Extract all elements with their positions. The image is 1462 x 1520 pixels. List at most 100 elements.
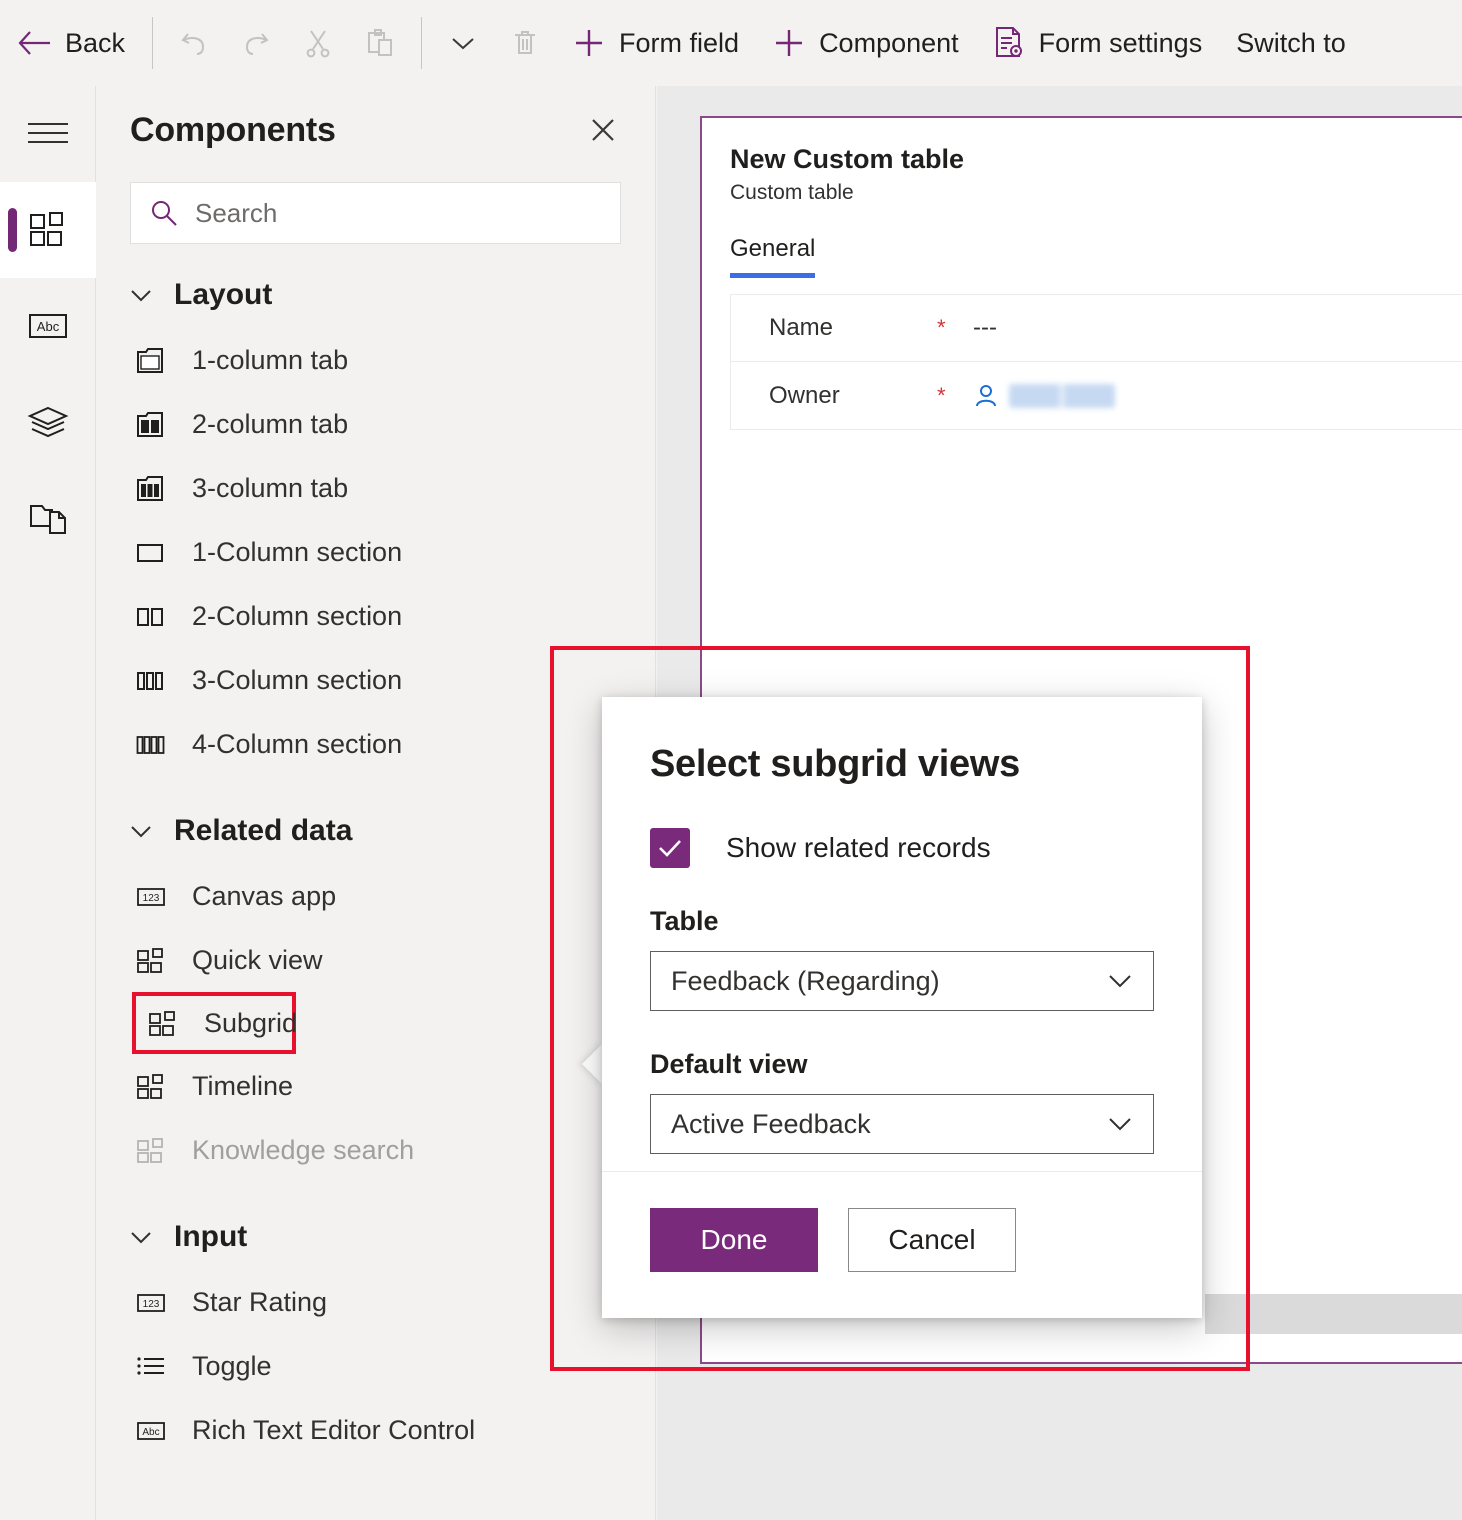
group-header-layout[interactable]: Layout: [130, 262, 655, 328]
form-settings-button[interactable]: Form settings: [976, 10, 1220, 76]
group-spacer: [130, 776, 655, 798]
chevron-down-icon: [130, 1231, 152, 1244]
component-label: Toggle: [192, 1351, 272, 1382]
section-4col-icon: [136, 729, 170, 759]
component-item-canvas-app[interactable]: 123 Canvas app: [130, 864, 655, 928]
default-view-dropdown[interactable]: Active Feedback: [650, 1094, 1154, 1154]
form-field-label: Form field: [619, 30, 739, 57]
component-item-1-column-tab[interactable]: 1-column tab: [130, 328, 655, 392]
component-label: Star Rating: [192, 1287, 327, 1318]
required-asterisk: *: [937, 315, 973, 341]
show-related-records-checkbox-row[interactable]: Show related records: [650, 828, 1154, 868]
component-item-rich-text-editor-control[interactable]: Abc Rich Text Editor Control: [130, 1398, 655, 1462]
default-view-dropdown-value: Active Feedback: [671, 1109, 871, 1140]
field-label: Owner: [769, 382, 937, 410]
chevron-down-icon: [1107, 973, 1133, 989]
undo-button[interactable]: [163, 10, 225, 76]
component-label: 3-Column section: [192, 665, 402, 696]
component-item-toggle[interactable]: Toggle: [130, 1334, 655, 1398]
svg-text:Abc: Abc: [142, 1427, 159, 1438]
component-label: 2-column tab: [192, 409, 348, 440]
component-item-2-column-section[interactable]: 2-Column section: [130, 584, 655, 648]
page-title: Components: [130, 111, 336, 150]
component-item-quick-view[interactable]: Quick view: [130, 928, 655, 992]
toolbar-divider-1: [152, 17, 153, 69]
rail-item-tree-view[interactable]: [0, 374, 96, 470]
app-root: Back: [0, 0, 1462, 1520]
tab-active-underline: [730, 273, 815, 278]
component-item-subgrid[interactable]: Subgrid: [132, 992, 296, 1054]
numeric-123-icon: 123: [136, 881, 170, 911]
group-label: Related data: [174, 814, 352, 848]
component-button[interactable]: Component: [756, 10, 976, 76]
cut-button[interactable]: [287, 10, 349, 76]
cancel-button[interactable]: Cancel: [848, 1208, 1016, 1272]
component-item-timeline[interactable]: Timeline: [130, 1054, 655, 1118]
owner-name-redacted: [1009, 384, 1115, 408]
table-dropdown-value: Feedback (Regarding): [671, 966, 940, 997]
command-bar: Back: [0, 0, 1462, 86]
svg-text:Abc: Abc: [37, 319, 60, 334]
component-item-1-column-section[interactable]: 1-Column section: [130, 520, 655, 584]
rail-item-templates[interactable]: [0, 470, 96, 566]
form-field-button[interactable]: Form field: [556, 10, 756, 76]
switch-to-button[interactable]: Switch to: [1219, 10, 1363, 76]
dialog-callout-beak: [582, 1042, 604, 1086]
paste-button[interactable]: [349, 10, 411, 76]
table-dropdown[interactable]: Feedback (Regarding): [650, 951, 1154, 1011]
redo-button[interactable]: [225, 10, 287, 76]
abc-icon: Abc: [28, 311, 68, 341]
rail-item-menu[interactable]: [0, 86, 96, 182]
component-item-star-rating[interactable]: 123 Star Rating: [130, 1270, 655, 1334]
back-button[interactable]: Back: [0, 10, 142, 76]
component-label: 4-Column section: [192, 729, 402, 760]
trash-icon: [510, 28, 540, 58]
component-label: 1-Column section: [192, 537, 402, 568]
subgrid-icon: [136, 945, 170, 975]
subgrid-icon: [148, 1008, 182, 1038]
form-section: Name * --- Owner *: [730, 294, 1462, 430]
user-icon: [973, 383, 999, 409]
form-row-name[interactable]: Name * ---: [731, 295, 1462, 362]
checkbox-label: Show related records: [726, 832, 991, 864]
dialog-title: Select subgrid views: [650, 743, 1154, 786]
plus-icon: [573, 27, 605, 59]
components-panel: Components Layout: [96, 86, 656, 1520]
group-spacer: [130, 1182, 655, 1204]
component-item-3-column-tab[interactable]: 3-column tab: [130, 456, 655, 520]
group-header-input[interactable]: Input: [130, 1204, 655, 1270]
undo-icon: [179, 28, 209, 58]
group-header-related-data[interactable]: Related data: [130, 798, 655, 864]
group-label: Input: [174, 1220, 247, 1254]
show-related-records-checkbox[interactable]: [650, 828, 690, 868]
form-record-subtitle: Custom table: [730, 181, 1462, 205]
rail-item-components[interactable]: [0, 182, 96, 278]
component-label: Component: [819, 30, 959, 57]
component-item-4-column-section[interactable]: 4-Column section: [130, 712, 655, 776]
close-panel-button[interactable]: [581, 108, 625, 152]
delete-button[interactable]: [494, 10, 556, 76]
form-row-owner[interactable]: Owner *: [731, 362, 1462, 429]
toolbar-divider-2: [421, 17, 422, 69]
group-label: Layout: [174, 278, 272, 312]
back-label: Back: [65, 30, 125, 57]
component-label: 2-Column section: [192, 601, 402, 632]
field-value: [973, 383, 1115, 409]
field-label: Name: [769, 314, 937, 342]
required-asterisk: *: [937, 383, 973, 409]
form-tab-general[interactable]: General: [730, 235, 815, 278]
more-options-button[interactable]: [432, 10, 494, 76]
component-label: Timeline: [192, 1071, 293, 1102]
component-item-3-column-section[interactable]: 3-Column section: [130, 648, 655, 712]
subgrid-icon: [136, 1135, 170, 1165]
left-rail: Abc: [0, 86, 96, 1520]
search-input[interactable]: [195, 198, 602, 229]
dialog-body: Select subgrid views Show related record…: [602, 697, 1202, 1154]
done-button[interactable]: Done: [650, 1208, 818, 1272]
rail-item-properties[interactable]: Abc: [0, 278, 96, 374]
switch-to-label: Switch to: [1236, 30, 1346, 57]
search-box[interactable]: [130, 182, 621, 244]
section-3col-icon: [136, 665, 170, 695]
tab-3col-icon: [136, 473, 170, 503]
component-item-2-column-tab[interactable]: 2-column tab: [130, 392, 655, 456]
